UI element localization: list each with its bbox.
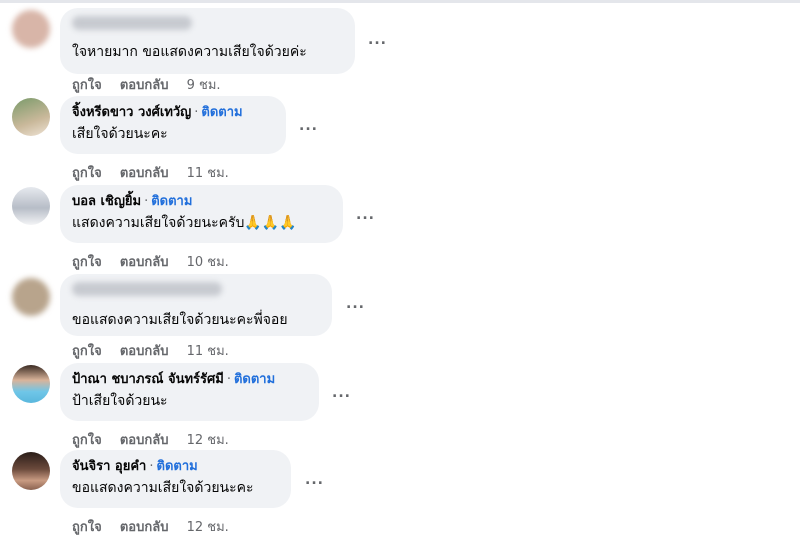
comment-timestamp[interactable]: 12 ชม. [187, 433, 229, 448]
reply-button[interactable]: ตอบกลับ [120, 78, 169, 93]
comment-text: ขอแสดงความเสียใจด้วยนะคะ [72, 480, 254, 496]
comment-item: บอล เชิญยิ้ม · ติดตาม แสดงความเสียใจด้วยนะ… [0, 183, 800, 273]
comment-actions: ถูกใจ ตอบกลับ 9 ชม. [72, 74, 221, 95]
comment-bubble: จันจิรา อุยคำ · ติดตาม ขอแสดงความเสียใจด้ว… [60, 450, 291, 508]
separator-dot: · [149, 459, 154, 474]
comment-author[interactable]: จันจิรา อุยคำ [72, 459, 146, 474]
blurred-name [72, 16, 192, 30]
blurred-name [72, 282, 222, 296]
comment-text: ป้าเสียใจด้วยนะ [72, 393, 168, 409]
comment-author[interactable]: ป้าณา ชบาภรณ์ จันทร์รัศมี [72, 372, 224, 387]
separator-dot: · [194, 105, 199, 120]
comment-text: แสดงความเสียใจด้วยนะครับ🙏🙏🙏 [72, 215, 297, 231]
comment-timestamp[interactable]: 11 ชม. [187, 344, 229, 359]
like-button[interactable]: ถูกใจ [72, 344, 102, 359]
comment-actions: ถูกใจ ตอบกลับ 11 ชม. [72, 340, 229, 361]
comment-bubble: ขอแสดงความเสียใจด้วยนะคะพี่จอย [60, 274, 332, 336]
separator-dot: · [226, 372, 231, 387]
more-options-icon[interactable]: ... [332, 385, 351, 401]
comment-text: เสียใจด้วยนะคะ [72, 126, 168, 142]
more-options-icon[interactable]: ... [356, 207, 375, 223]
top-divider [0, 0, 800, 3]
comment-actions: ถูกใจ ตอบกลับ 12 ชม. [72, 516, 229, 537]
comment-actions: ถูกใจ ตอบกลับ 12 ชม. [72, 429, 229, 450]
comment-timestamp[interactable]: 9 ชม. [187, 78, 221, 93]
more-options-icon[interactable]: ... [299, 118, 318, 134]
follow-button[interactable]: ติดตาม [151, 194, 192, 209]
more-options-icon[interactable]: ... [305, 472, 324, 488]
follow-button[interactable]: ติดตาม [157, 459, 198, 474]
comment-author[interactable]: บอล เชิญยิ้ม [72, 194, 141, 209]
avatar[interactable] [12, 365, 50, 403]
avatar[interactable] [12, 452, 50, 490]
comment-author[interactable] [72, 16, 343, 36]
comment-text: ขอแสดงความเสียใจด้วยนะคะพี่จอย [72, 312, 288, 328]
avatar[interactable] [12, 98, 50, 136]
comment-author[interactable]: จิ้งหรีดขาว วงศ์เทวัญ [72, 105, 191, 120]
follow-button[interactable]: ติดตาม [201, 105, 242, 120]
like-button[interactable]: ถูกใจ [72, 433, 102, 448]
like-button[interactable]: ถูกใจ [72, 78, 102, 93]
comment-actions: ถูกใจ ตอบกลับ 11 ชม. [72, 162, 229, 183]
comment-timestamp[interactable]: 11 ชม. [187, 166, 229, 181]
comment-actions: ถูกใจ ตอบกลับ 10 ชม. [72, 251, 229, 272]
comment-bubble: บอล เชิญยิ้ม · ติดตาม แสดงความเสียใจด้วยนะ… [60, 185, 343, 243]
comment-item: ขอแสดงความเสียใจด้วยนะคะพี่จอย ... ถูกใจ… [0, 272, 800, 362]
reply-button[interactable]: ตอบกลับ [120, 166, 169, 181]
reply-button[interactable]: ตอบกลับ [120, 344, 169, 359]
avatar[interactable] [12, 187, 50, 225]
comment-timestamp[interactable]: 10 ชม. [187, 255, 229, 270]
comment-item: จิ้งหรีดขาว วงศ์เทวัญ · ติดตาม เสียใจด้วยน… [0, 94, 800, 184]
more-options-icon[interactable]: ... [368, 32, 387, 48]
reply-button[interactable]: ตอบกลับ [120, 255, 169, 270]
follow-button[interactable]: ติดตาม [234, 372, 275, 387]
comment-author[interactable] [72, 282, 320, 302]
comment-bubble: ป้าณา ชบาภรณ์ จันทร์รัศมี · ติดตาม ป้าเสีย… [60, 363, 319, 421]
comment-text: ใจหายมาก ขอแสดงความเสียใจด้วยค่ะ [72, 44, 307, 60]
reply-button[interactable]: ตอบกลับ [120, 433, 169, 448]
comment-bubble: จิ้งหรีดขาว วงศ์เทวัญ · ติดตาม เสียใจด้วยน… [60, 96, 286, 154]
like-button[interactable]: ถูกใจ [72, 255, 102, 270]
avatar[interactable] [12, 278, 50, 316]
comment-item: ใจหายมาก ขอแสดงความเสียใจด้วยค่ะ ... ถูก… [0, 4, 800, 94]
more-options-icon[interactable]: ... [346, 296, 365, 312]
comment-bubble: ใจหายมาก ขอแสดงความเสียใจด้วยค่ะ [60, 8, 355, 74]
like-button[interactable]: ถูกใจ [72, 166, 102, 181]
separator-dot: · [144, 194, 149, 209]
comment-item: จันจิรา อุยคำ · ติดตาม ขอแสดงความเสียใจด้ว… [0, 448, 800, 538]
comment-item: ป้าณา ชบาภรณ์ จันทร์รัศมี · ติดตาม ป้าเสีย… [0, 361, 800, 451]
avatar[interactable] [12, 10, 50, 48]
